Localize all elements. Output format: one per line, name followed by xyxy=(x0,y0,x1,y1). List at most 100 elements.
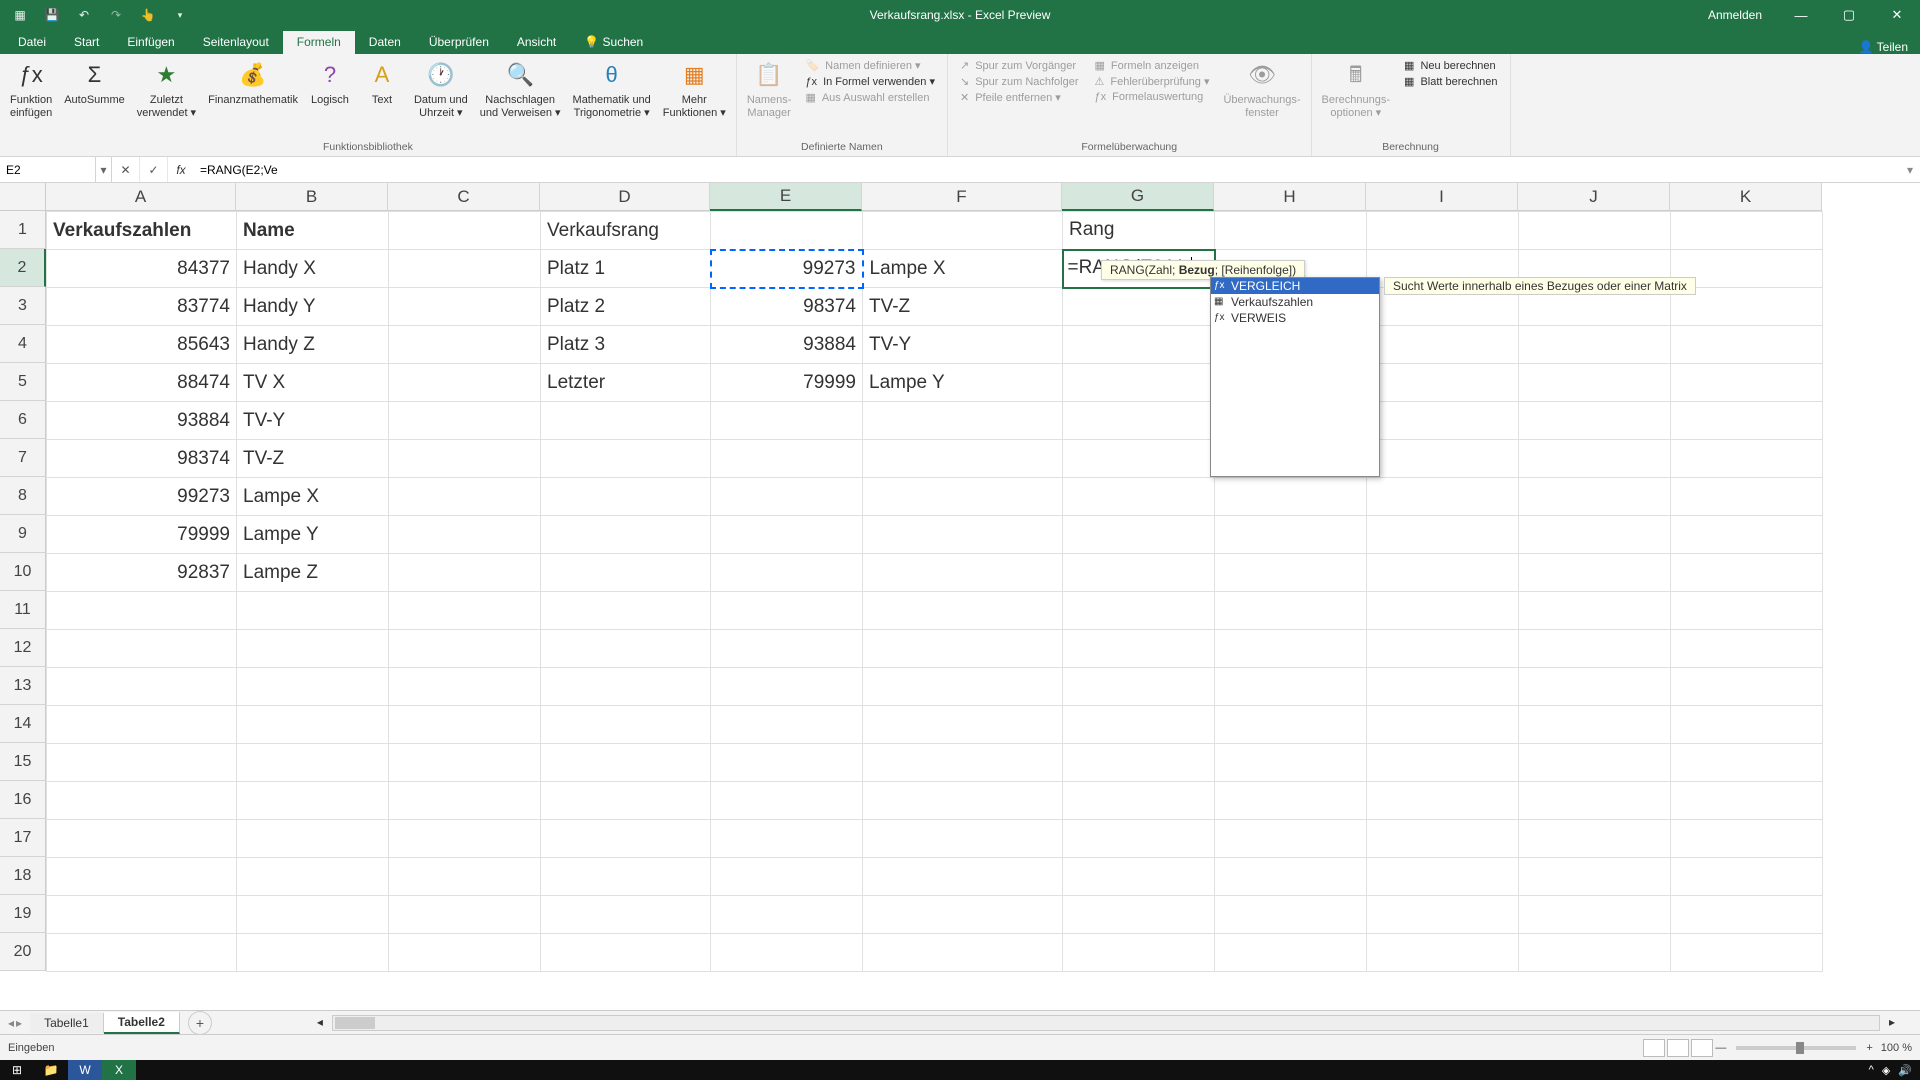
cell[interactable] xyxy=(1063,782,1215,820)
row-header[interactable]: 15 xyxy=(0,743,46,781)
cell[interactable] xyxy=(47,934,237,972)
signin-button[interactable]: Anmelden xyxy=(1694,8,1776,22)
cell[interactable] xyxy=(1519,934,1671,972)
cell[interactable] xyxy=(389,212,541,250)
column-header[interactable]: F xyxy=(862,183,1062,211)
word-icon[interactable]: W xyxy=(68,1060,102,1080)
cell[interactable] xyxy=(1367,326,1519,364)
insert-function-button[interactable]: ƒxFunktion einfügen xyxy=(4,56,58,122)
tab-view[interactable]: Ansicht xyxy=(503,31,570,54)
cell[interactable]: Handy X xyxy=(237,250,389,288)
row-header[interactable]: 1 xyxy=(0,211,46,249)
cell[interactable] xyxy=(1671,592,1823,630)
error-checking-button[interactable]: ⚠Fehlerüberprüfung ▾ xyxy=(1091,74,1214,89)
cell[interactable] xyxy=(1367,858,1519,896)
column-header[interactable]: A xyxy=(46,183,236,211)
cell[interactable] xyxy=(863,858,1063,896)
cell[interactable] xyxy=(47,744,237,782)
cell[interactable] xyxy=(1215,782,1367,820)
cell[interactable] xyxy=(389,592,541,630)
cell[interactable] xyxy=(389,630,541,668)
zoom-in-icon[interactable]: + xyxy=(1866,1042,1872,1054)
cell[interactable] xyxy=(389,478,541,516)
cell[interactable] xyxy=(1063,744,1215,782)
cell[interactable] xyxy=(863,706,1063,744)
cell[interactable]: 79999 xyxy=(47,516,237,554)
cell[interactable] xyxy=(1215,896,1367,934)
redo-icon[interactable]: ↷ xyxy=(104,3,128,27)
cell[interactable] xyxy=(1367,440,1519,478)
logical-button[interactable]: ?Logisch xyxy=(304,56,356,110)
cell[interactable] xyxy=(47,630,237,668)
cell[interactable] xyxy=(541,478,711,516)
cell[interactable] xyxy=(1215,478,1367,516)
column-header[interactable]: H xyxy=(1214,183,1366,211)
cell[interactable] xyxy=(1215,554,1367,592)
row-header[interactable]: 7 xyxy=(0,439,46,477)
tab-insert[interactable]: Einfügen xyxy=(113,31,188,54)
page-layout-icon[interactable] xyxy=(1667,1039,1689,1057)
tab-search[interactable]: 💡 Suchen xyxy=(570,31,657,54)
cell[interactable] xyxy=(1367,364,1519,402)
cell[interactable] xyxy=(1671,668,1823,706)
row-header[interactable]: 17 xyxy=(0,819,46,857)
cell[interactable] xyxy=(1367,554,1519,592)
cell[interactable] xyxy=(389,706,541,744)
cell[interactable] xyxy=(1367,402,1519,440)
cell[interactable] xyxy=(1063,896,1215,934)
cell[interactable]: 98374 xyxy=(47,440,237,478)
cell[interactable] xyxy=(711,706,863,744)
cell[interactable] xyxy=(1063,364,1215,402)
cell[interactable] xyxy=(1215,516,1367,554)
nav-prev-icon[interactable]: ▸ xyxy=(16,1016,22,1030)
cell[interactable] xyxy=(863,630,1063,668)
page-break-icon[interactable] xyxy=(1691,1039,1713,1057)
cell[interactable]: Name xyxy=(237,212,389,250)
cell[interactable] xyxy=(863,212,1063,250)
cell[interactable] xyxy=(863,668,1063,706)
cell[interactable] xyxy=(1367,820,1519,858)
volume-icon[interactable]: 🔊 xyxy=(1898,1064,1912,1077)
cell[interactable] xyxy=(1519,516,1671,554)
sheet-tab[interactable]: Tabelle2 xyxy=(104,1012,180,1034)
save-icon[interactable]: 💾 xyxy=(40,3,64,27)
cell[interactable]: Handy Z xyxy=(237,326,389,364)
cell[interactable] xyxy=(1063,630,1215,668)
autocomplete-item[interactable]: ƒxVERGLEICH xyxy=(1211,278,1379,294)
cell[interactable]: TV-Y xyxy=(237,402,389,440)
column-header[interactable]: G xyxy=(1062,183,1214,211)
cell[interactable] xyxy=(711,440,863,478)
define-name-button[interactable]: 🏷️Namen definieren ▾ xyxy=(801,58,939,73)
cell[interactable] xyxy=(1063,516,1215,554)
cell[interactable] xyxy=(863,402,1063,440)
cell[interactable] xyxy=(1215,668,1367,706)
cell[interactable] xyxy=(1367,782,1519,820)
column-header[interactable]: J xyxy=(1518,183,1670,211)
cell[interactable] xyxy=(863,744,1063,782)
hscroll-right-icon[interactable]: ▸ xyxy=(1889,1015,1895,1029)
row-header[interactable]: 4 xyxy=(0,325,46,363)
cell[interactable] xyxy=(541,744,711,782)
cell[interactable] xyxy=(1215,212,1367,250)
cell[interactable] xyxy=(863,782,1063,820)
undo-icon[interactable]: ↶ xyxy=(72,3,96,27)
cell[interactable] xyxy=(1671,934,1823,972)
cell[interactable]: Lampe Y xyxy=(237,516,389,554)
cell[interactable] xyxy=(711,212,863,250)
cell[interactable] xyxy=(389,782,541,820)
cell[interactable]: 99273 xyxy=(711,250,863,288)
cell[interactable]: Platz 2 xyxy=(541,288,711,326)
cell[interactable] xyxy=(1367,668,1519,706)
row-header[interactable]: 11 xyxy=(0,591,46,629)
cell[interactable] xyxy=(237,668,389,706)
cell[interactable] xyxy=(1063,478,1215,516)
cell[interactable] xyxy=(1671,554,1823,592)
cell[interactable] xyxy=(863,554,1063,592)
close-button[interactable]: ✕ xyxy=(1874,0,1920,30)
cell[interactable]: Platz 3 xyxy=(541,326,711,364)
row-header[interactable]: 18 xyxy=(0,857,46,895)
cell[interactable] xyxy=(1519,478,1671,516)
cell[interactable] xyxy=(711,402,863,440)
cell[interactable] xyxy=(1671,516,1823,554)
cell[interactable]: Lampe X xyxy=(237,478,389,516)
